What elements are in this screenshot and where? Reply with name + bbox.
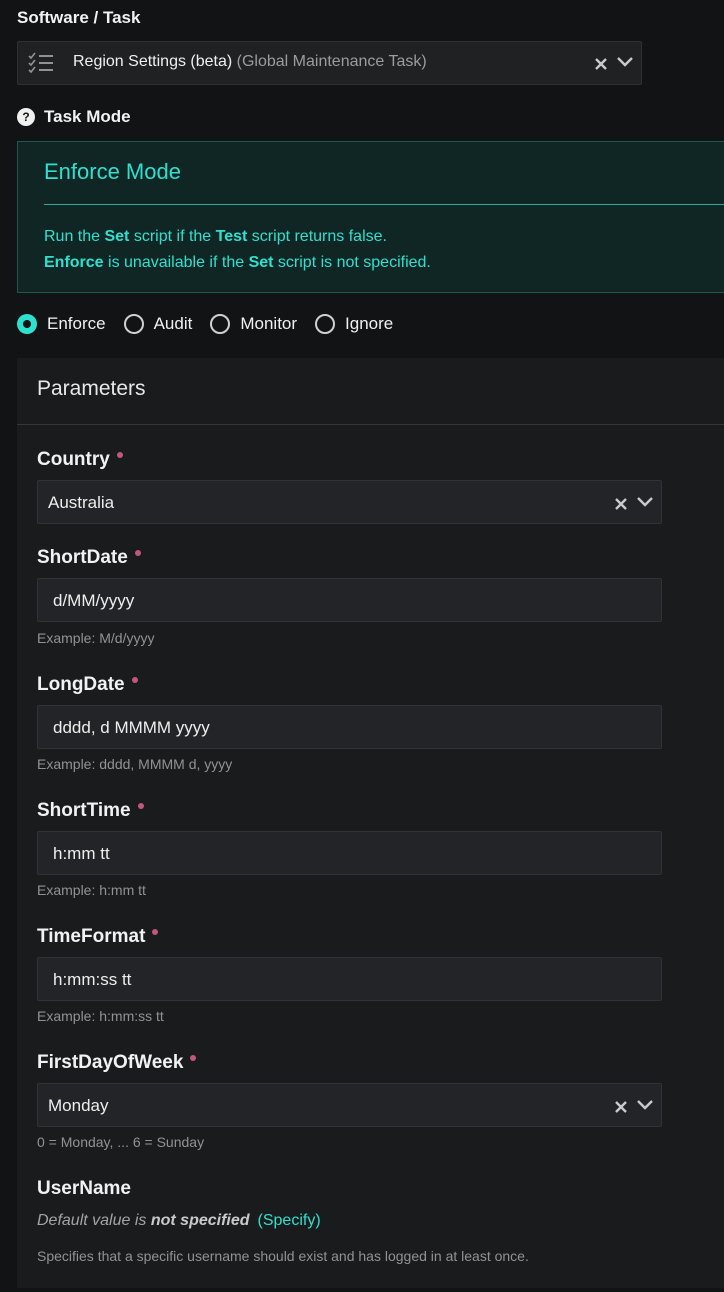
specify-link[interactable]: (Specify) — [258, 1212, 321, 1229]
parameters-divider — [17, 424, 724, 425]
first-day-value: Monday — [48, 1096, 109, 1115]
mode-divider — [44, 204, 724, 205]
required-indicator — [152, 929, 159, 935]
time-format-hint: Example: h:mm:ss tt — [37, 1008, 164, 1024]
task-select-value: Region Settings (beta) (Global Maintenan… — [73, 53, 427, 71]
radio-circle[interactable] — [315, 314, 336, 334]
short-date-hint: Example: M/d/yyyy — [37, 630, 155, 646]
radio-circle[interactable] — [123, 314, 144, 334]
short-time-hint: Example: h:mm tt — [37, 882, 146, 898]
label-text: Country — [37, 449, 110, 470]
label-text: TimeFormat — [37, 926, 146, 947]
desc-text: script returns false. — [247, 228, 387, 245]
first-day-label: FirstDayOfWeek — [37, 1052, 197, 1074]
desc-bold: Enforce — [44, 254, 104, 271]
desc-bold: Set — [104, 228, 130, 245]
help-icon[interactable]: ? — [17, 108, 35, 126]
checklist-icon — [28, 52, 53, 74]
radio-label: Audit — [153, 314, 193, 333]
task-mode-header: ? Task Mode — [17, 107, 131, 127]
mode-title: Enforce Mode — [44, 159, 181, 184]
task-select[interactable]: Region Settings (beta) (Global Maintenan… — [17, 41, 642, 85]
radio-label: Ignore — [345, 314, 394, 333]
username-description: Specifies that a specific username shoul… — [37, 1248, 529, 1264]
default-prefix: Default value is — [37, 1212, 151, 1229]
time-format-label: TimeFormat — [37, 926, 159, 948]
chevron-down-icon[interactable] — [636, 496, 654, 508]
task-scope: (Global Maintenance Task) — [236, 53, 427, 70]
required-indicator — [131, 677, 138, 683]
country-label: Country — [37, 449, 123, 471]
required-indicator — [137, 803, 144, 809]
radio-enforce[interactable]: Enforce — [17, 314, 106, 334]
default-value: not specified — [150, 1212, 250, 1229]
label-text: LongDate — [37, 674, 125, 695]
short-time-label: ShortTime — [37, 800, 144, 822]
required-indicator — [116, 452, 123, 458]
long-date-input[interactable]: dddd, d MMMM yyyy — [37, 705, 662, 749]
username-label: UserName — [37, 1178, 131, 1199]
country-select[interactable]: Australia — [37, 480, 662, 524]
clear-icon[interactable] — [594, 57, 608, 71]
mode-description-line-1: Run the Set script if the Test script re… — [44, 228, 387, 246]
radio-label: Enforce — [47, 314, 106, 333]
country-value: Australia — [48, 493, 115, 512]
desc-text: is unavailable if the — [103, 254, 249, 271]
long-date-label: LongDate — [37, 674, 138, 696]
long-date-hint: Example: dddd, MMMM d, yyyy — [37, 756, 233, 772]
chevron-down-icon[interactable] — [616, 56, 634, 68]
radio-label: Monitor — [240, 314, 298, 333]
parameters-panel: Parameters Country Australia ShortDate d… — [17, 358, 724, 1288]
task-name: Region Settings (beta) — [73, 53, 233, 70]
username-default: Default value is not specified (Specify) — [37, 1212, 321, 1230]
desc-text: script if the — [129, 228, 216, 245]
short-date-input[interactable]: d/MM/yyyy — [37, 578, 662, 622]
required-indicator — [134, 550, 141, 556]
mode-description-line-2: Enforce is unavailable if the Set script… — [44, 254, 431, 272]
clear-icon[interactable] — [614, 1100, 628, 1114]
short-time-input[interactable]: h:mm tt — [37, 831, 662, 875]
first-day-select[interactable]: Monday — [37, 1083, 662, 1127]
mode-description-box: Enforce Mode Run the Set script if the T… — [17, 141, 724, 293]
time-format-input[interactable]: h:mm:ss tt — [37, 957, 662, 1001]
desc-text: Run the — [44, 228, 105, 245]
required-indicator — [190, 1055, 197, 1061]
radio-audit[interactable]: Audit — [123, 314, 193, 334]
task-mode-label: Task Mode — [44, 107, 131, 126]
desc-text: script is not specified. — [273, 254, 431, 271]
desc-bold: Test — [215, 228, 248, 245]
chevron-down-icon[interactable] — [636, 1099, 654, 1111]
radio-circle[interactable] — [17, 314, 37, 334]
clear-icon[interactable] — [614, 497, 628, 511]
parameters-title: Parameters — [37, 377, 146, 400]
radio-monitor[interactable]: Monitor — [210, 314, 297, 334]
short-date-label: ShortDate — [37, 547, 141, 569]
software-task-label: Software / Task — [17, 8, 141, 27]
first-day-hint: 0 = Monday, ... 6 = Sunday — [37, 1134, 205, 1150]
label-text: ShortTime — [37, 800, 131, 821]
desc-bold: Set — [248, 254, 274, 271]
radio-circle[interactable] — [210, 314, 231, 334]
mode-radio-group: Enforce Audit Monitor Ignore — [17, 314, 411, 334]
radio-ignore[interactable]: Ignore — [315, 314, 393, 334]
label-text: FirstDayOfWeek — [37, 1052, 184, 1073]
label-text: ShortDate — [37, 547, 128, 568]
